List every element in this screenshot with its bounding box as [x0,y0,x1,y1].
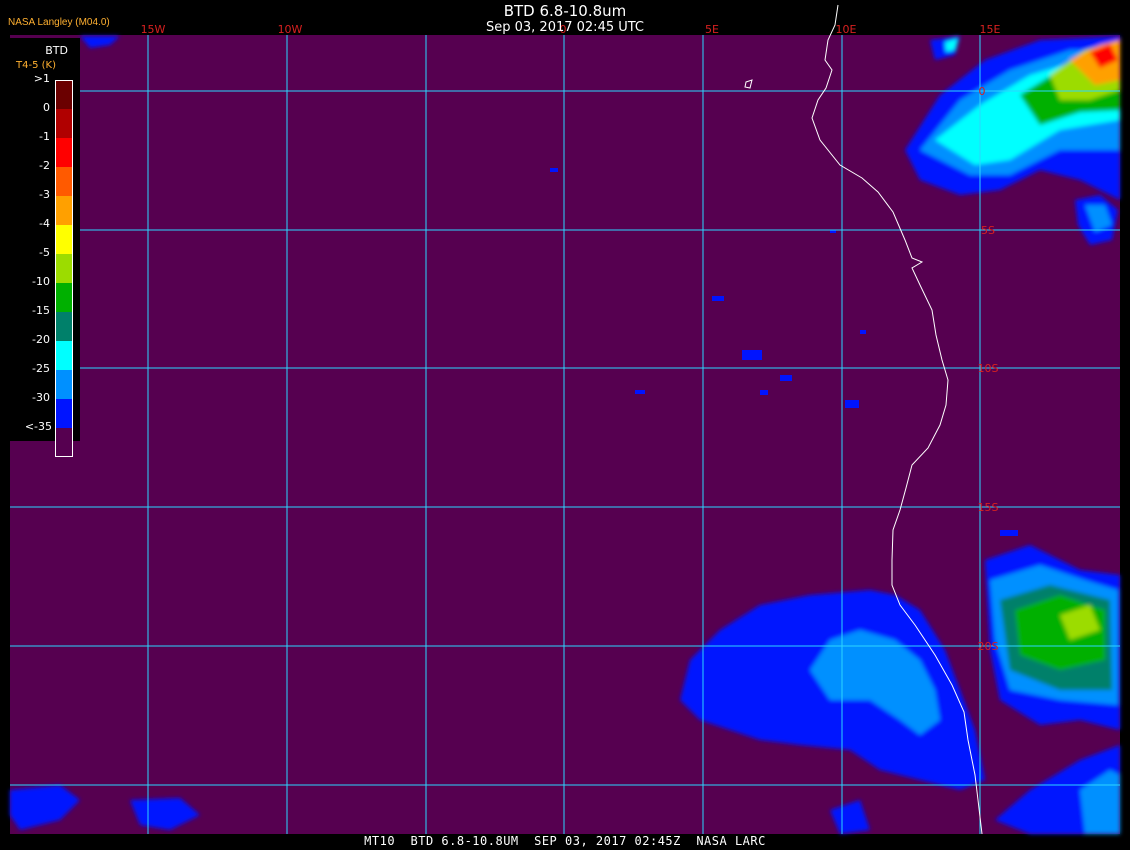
lat-label: 5S [981,224,995,237]
legend-frame [55,80,73,457]
legend-label: -25 [32,362,50,375]
color-legend: BTD T4-5 (K) >1 0 -1 -2 -3 -4 -5 -10 -15 -20 -25 -3… [8,38,80,457]
lat-label: 20S [978,640,999,653]
legend-label: <-35 [24,420,52,433]
legend-label: 0 [43,101,50,114]
legend-label: -4 [39,217,50,230]
legend-label: >1 [33,72,50,85]
legend-label: -1 [39,130,50,143]
legend-units: T4-5 (K) [16,60,56,71]
legend-label: -10 [32,275,50,288]
legend-title: BTD [45,44,68,57]
legend-label: -30 [32,391,50,404]
producer-label: NASA Langley (M04.0) [8,17,110,28]
image-datetime: Sep 03, 2017 02:45 UTC [485,20,645,35]
legend-label: -3 [39,188,50,201]
footer-caption: MT10 BTD 6.8-10.8UM SEP 03, 2017 02:45Z … [364,834,766,848]
legend-label: -15 [32,304,50,317]
lat-label: 10S [978,362,999,375]
lat-label: 15S [978,501,999,514]
satellite-map: 15W 10W 0 5E 10E 15E 0 5S 10S 15S 20S [0,0,1130,850]
product-title: BTD 6.8-10.8um [503,2,627,20]
lat-label: 0 [979,85,986,98]
space-area [1120,0,1130,850]
legend-label: -5 [39,246,50,259]
legend-label: -2 [39,159,50,172]
legend-label: -20 [32,333,50,346]
